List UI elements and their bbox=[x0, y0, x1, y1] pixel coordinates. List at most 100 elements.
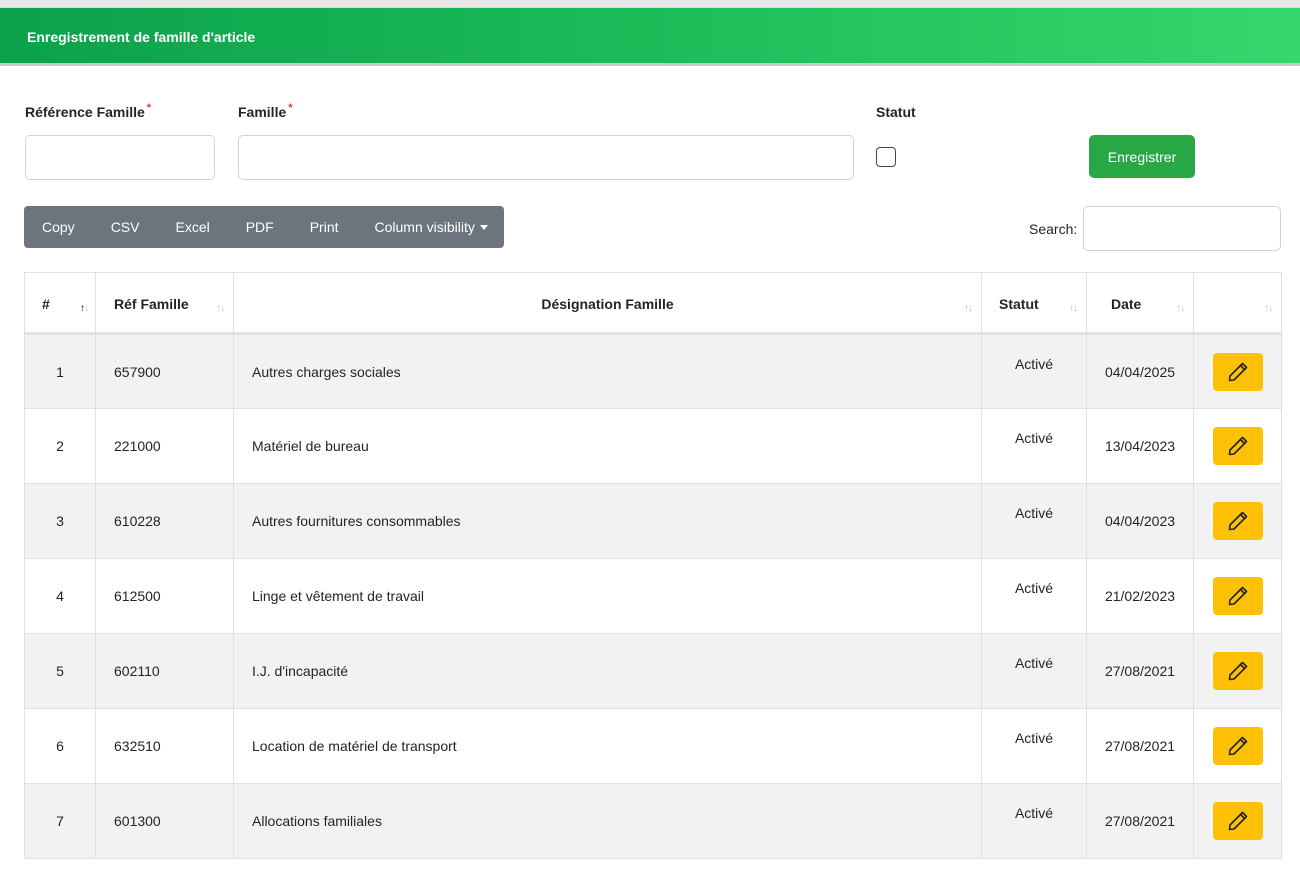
sort-icon: ↑↓ bbox=[1069, 303, 1078, 314]
row-statut: Activé bbox=[981, 633, 1087, 709]
col-header-label: Statut bbox=[999, 296, 1039, 312]
edit-button[interactable] bbox=[1212, 577, 1263, 615]
table-row: 6 632510 Location de matériel de transport… bbox=[24, 708, 1282, 784]
row-designation: Matériel de bureau bbox=[233, 408, 982, 484]
famille-table: # ↑↓ Réf Famille ↑↓ Désignation Famille … bbox=[24, 272, 1282, 859]
row-date: 04/04/2023 bbox=[1086, 483, 1194, 559]
row-designation: Autres fournitures consommables bbox=[233, 483, 982, 559]
pencil-icon bbox=[1228, 736, 1247, 756]
col-header-designation[interactable]: Désignation Famille ↑↓ bbox=[233, 272, 982, 335]
print-button[interactable]: Print bbox=[292, 206, 357, 248]
pdf-button[interactable]: PDF bbox=[228, 206, 292, 248]
copy-button[interactable]: Copy bbox=[24, 206, 93, 248]
table-row: 4 612500 Linge et vêtement de travail Activ… bbox=[24, 558, 1282, 634]
row-ref: 602110 bbox=[95, 633, 234, 709]
sort-asc-icon: ↑↓ bbox=[80, 303, 89, 314]
row-designation: Autres charges sociales bbox=[233, 333, 982, 409]
row-statut: Activé bbox=[981, 783, 1087, 859]
table-row: 2 221000 Matériel de bureau Activé 13/04/202… bbox=[24, 408, 1282, 484]
famille-label-text: Famille bbox=[238, 104, 287, 120]
row-ref: 632510 bbox=[95, 708, 234, 784]
search-input[interactable] bbox=[1083, 206, 1281, 251]
col-header-label: Date bbox=[1111, 296, 1142, 312]
row-date: 04/04/2025 bbox=[1086, 333, 1194, 409]
row-num: 5 bbox=[24, 633, 96, 709]
pencil-icon bbox=[1228, 661, 1247, 681]
row-actions bbox=[1193, 558, 1282, 634]
page-header: Enregistrement de famille d'article bbox=[0, 8, 1300, 66]
table-row: 5 602110 I.J. d'incapacité Activé 27/08/2021 bbox=[24, 633, 1282, 709]
row-actions bbox=[1193, 783, 1282, 859]
edit-button[interactable] bbox=[1212, 727, 1263, 765]
row-num: 4 bbox=[24, 558, 96, 634]
col-header-label: Désignation Famille bbox=[541, 296, 674, 312]
row-designation: I.J. d'incapacité bbox=[233, 633, 982, 709]
table-row: 1 657900 Autres charges sociales Activé 04/0… bbox=[24, 333, 1282, 409]
pencil-icon bbox=[1228, 436, 1247, 456]
row-ref: 610228 bbox=[95, 483, 234, 559]
edit-button[interactable] bbox=[1212, 802, 1263, 840]
column-visibility-label: Column visibility bbox=[374, 219, 475, 235]
col-header-ref[interactable]: Réf Famille ↑↓ bbox=[95, 272, 234, 335]
sort-icon: ↑↓ bbox=[964, 303, 973, 314]
row-num: 2 bbox=[24, 408, 96, 484]
row-statut: Activé bbox=[981, 333, 1087, 409]
caret-down-icon bbox=[479, 224, 488, 230]
col-header-date[interactable]: Date ↑↓ bbox=[1086, 272, 1194, 335]
row-statut: Activé bbox=[981, 558, 1087, 634]
ref-famille-label-text: Référence Famille bbox=[25, 104, 145, 120]
export-toolbar: Copy CSV Excel PDF Print Column visibili… bbox=[24, 206, 504, 248]
sort-icon: ↑↓ bbox=[216, 303, 225, 314]
statut-label: Statut bbox=[876, 104, 916, 120]
edit-button[interactable] bbox=[1212, 652, 1263, 690]
row-ref: 657900 bbox=[95, 333, 234, 409]
famille-input[interactable] bbox=[238, 135, 854, 180]
save-button[interactable]: Enregistrer bbox=[1089, 135, 1195, 178]
pencil-icon bbox=[1228, 811, 1247, 831]
famille-label: Famille * bbox=[238, 102, 293, 120]
row-actions bbox=[1193, 708, 1282, 784]
row-actions bbox=[1193, 408, 1282, 484]
col-header-label: Réf Famille bbox=[114, 296, 189, 312]
col-header-actions[interactable]: ↑↓ bbox=[1193, 272, 1282, 335]
row-date: 21/02/2023 bbox=[1086, 558, 1194, 634]
row-statut: Activé bbox=[981, 708, 1087, 784]
row-num: 3 bbox=[24, 483, 96, 559]
excel-button[interactable]: Excel bbox=[157, 206, 227, 248]
csv-button[interactable]: CSV bbox=[93, 206, 158, 248]
required-mark: * bbox=[288, 102, 293, 114]
row-statut: Activé bbox=[981, 483, 1087, 559]
column-visibility-button[interactable]: Column visibility bbox=[357, 206, 506, 248]
table-row: 7 601300 Allocations familiales Activé 27/08… bbox=[24, 783, 1282, 859]
pencil-icon bbox=[1228, 586, 1247, 606]
row-ref: 221000 bbox=[95, 408, 234, 484]
top-border bbox=[0, 0, 1300, 8]
ref-famille-label: Référence Famille * bbox=[25, 102, 152, 120]
row-statut: Activé bbox=[981, 408, 1087, 484]
row-actions bbox=[1193, 333, 1282, 409]
row-actions bbox=[1193, 483, 1282, 559]
pencil-icon bbox=[1228, 511, 1247, 531]
row-date: 27/08/2021 bbox=[1086, 633, 1194, 709]
statut-checkbox[interactable] bbox=[876, 147, 896, 167]
col-header-statut[interactable]: Statut ↑↓ bbox=[981, 272, 1087, 335]
table-row: 3 610228 Autres fournitures consommables Ac… bbox=[24, 483, 1282, 559]
page-title: Enregistrement de famille d'article bbox=[27, 29, 256, 45]
table-header-row: # ↑↓ Réf Famille ↑↓ Désignation Famille … bbox=[24, 272, 1282, 335]
edit-button[interactable] bbox=[1212, 352, 1263, 391]
col-header-num[interactable]: # ↑↓ bbox=[24, 272, 96, 335]
row-date: 13/04/2023 bbox=[1086, 408, 1194, 484]
col-header-label: # bbox=[42, 296, 50, 312]
row-date: 27/08/2021 bbox=[1086, 708, 1194, 784]
required-mark: * bbox=[146, 102, 152, 114]
row-designation: Location de matériel de transport bbox=[233, 708, 982, 784]
search-label: Search: bbox=[1029, 221, 1078, 237]
edit-button[interactable] bbox=[1212, 427, 1263, 465]
row-designation: Allocations familiales bbox=[233, 783, 982, 859]
row-num: 7 bbox=[24, 783, 96, 859]
edit-button[interactable] bbox=[1212, 502, 1263, 540]
row-num: 6 bbox=[24, 708, 96, 784]
row-num: 1 bbox=[24, 333, 96, 409]
ref-famille-input[interactable] bbox=[25, 135, 215, 180]
row-ref: 601300 bbox=[95, 783, 234, 859]
